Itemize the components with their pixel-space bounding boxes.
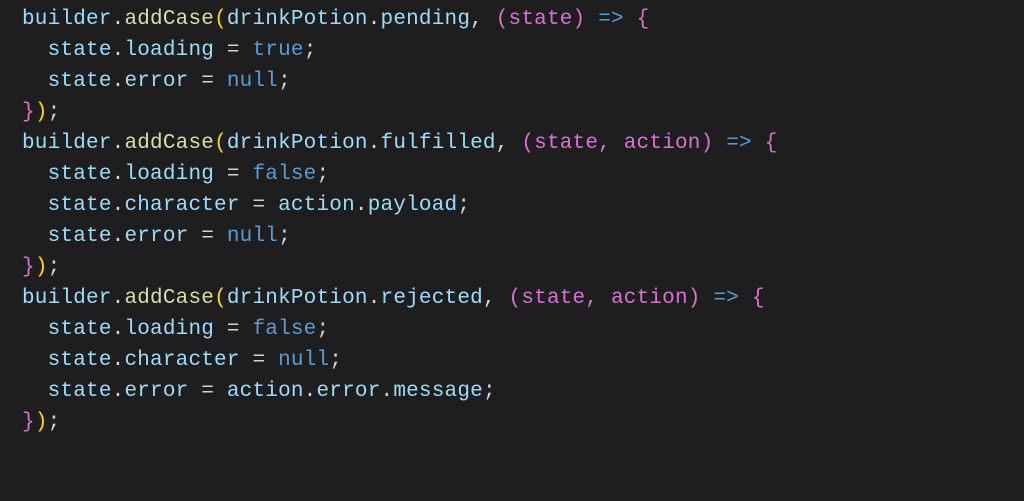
code-line: }); bbox=[22, 101, 60, 124]
code-line: state.loading = true; bbox=[22, 39, 317, 62]
code-line: state.error = null; bbox=[22, 225, 291, 248]
method-name: addCase bbox=[124, 287, 214, 310]
method-name: addCase bbox=[124, 132, 214, 155]
code-line: builder.addCase(drinkPotion.fulfilled, (… bbox=[22, 132, 777, 155]
identifier: builder bbox=[22, 132, 112, 155]
rhs-expr: action.error.message bbox=[227, 380, 483, 403]
property: rejected bbox=[381, 287, 483, 310]
code-line: state.error = null; bbox=[22, 70, 291, 93]
code-line: state.error = action.error.message; bbox=[22, 380, 496, 403]
identifier: drinkPotion bbox=[227, 8, 368, 31]
code-line: builder.addCase(drinkPotion.pending, (st… bbox=[22, 8, 649, 31]
callback-params: (state, action) bbox=[509, 287, 701, 310]
identifier: builder bbox=[22, 8, 112, 31]
code-line: state.loading = false; bbox=[22, 318, 329, 341]
code-line: }); bbox=[22, 256, 60, 279]
code-line: builder.addCase(drinkPotion.rejected, (s… bbox=[22, 287, 765, 310]
callback-params: (state, action) bbox=[521, 132, 713, 155]
callback-params: (state) bbox=[496, 8, 586, 31]
code-line: state.loading = false; bbox=[22, 163, 329, 186]
identifier: builder bbox=[22, 287, 112, 310]
code-line: state.character = action.payload; bbox=[22, 194, 470, 217]
identifier: drinkPotion bbox=[227, 132, 368, 155]
rhs-expr: action.payload bbox=[278, 194, 457, 217]
property: pending bbox=[381, 8, 471, 31]
method-name: addCase bbox=[124, 8, 214, 31]
property: fulfilled bbox=[381, 132, 496, 155]
identifier: drinkPotion bbox=[227, 287, 368, 310]
code-editor[interactable]: builder.addCase(drinkPotion.pending, (st… bbox=[0, 0, 1024, 438]
code-line: }); bbox=[22, 411, 60, 434]
code-line: state.character = null; bbox=[22, 349, 342, 372]
